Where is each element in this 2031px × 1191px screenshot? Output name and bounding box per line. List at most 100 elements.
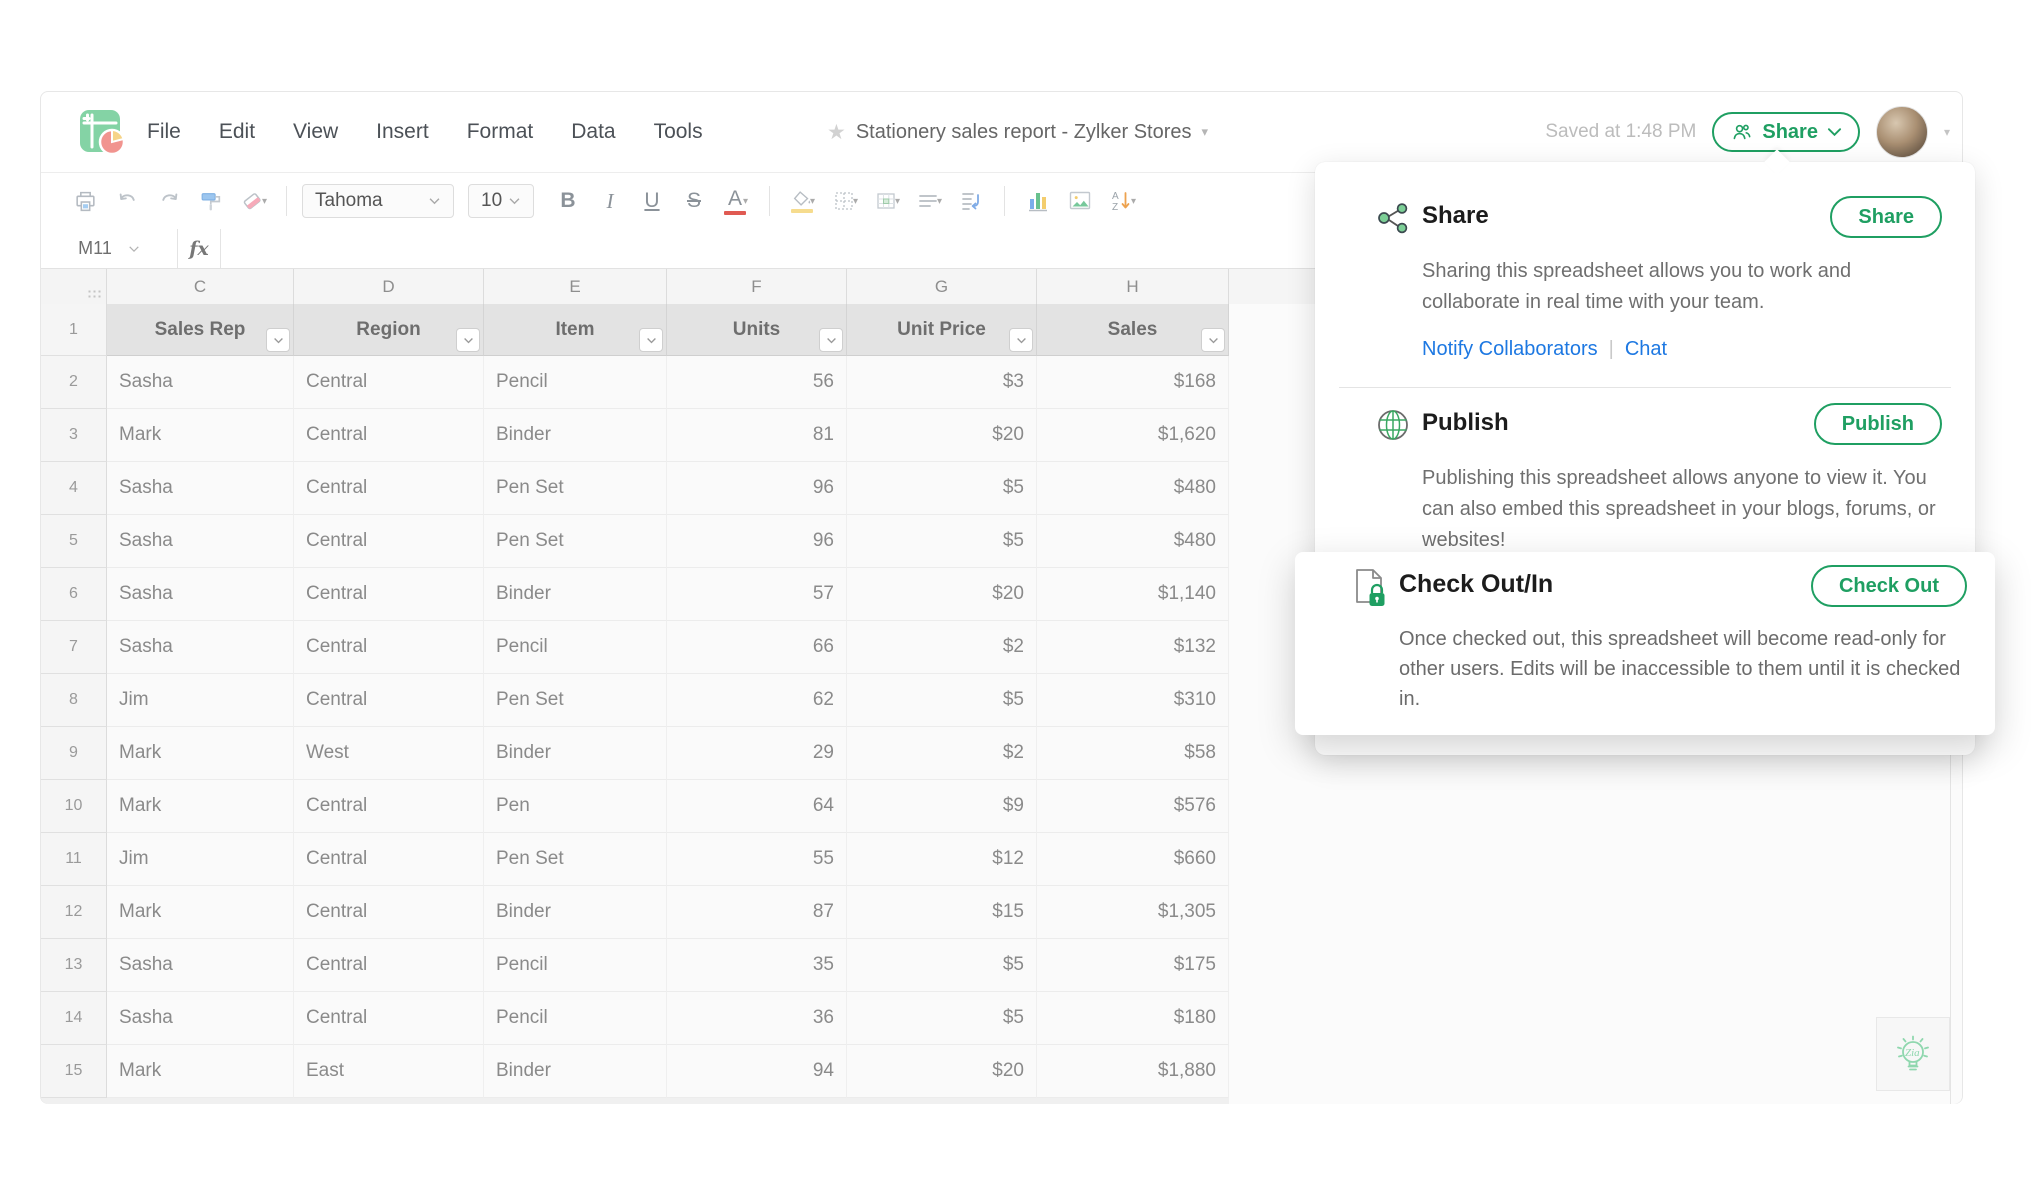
cell[interactable]: Jim [107, 674, 294, 727]
notify-collaborators-link[interactable]: Notify Collaborators [1422, 338, 1598, 361]
cell[interactable]: $58 [1037, 727, 1229, 780]
cell-name-box[interactable]: M11 [41, 229, 178, 268]
cell[interactable]: Central [294, 886, 484, 939]
cell[interactable]: Pencil [484, 621, 667, 674]
cell[interactable]: $3 [847, 356, 1037, 409]
cell[interactable]: Central [294, 462, 484, 515]
cell[interactable]: Pen Set [484, 515, 667, 568]
cell[interactable]: Sasha [107, 992, 294, 1045]
cell[interactable]: Central [294, 674, 484, 727]
menu-edit[interactable]: Edit [219, 120, 255, 144]
cell[interactable]: Binder [484, 409, 667, 462]
cell[interactable]: Pen Set [484, 674, 667, 727]
avatar[interactable] [1875, 106, 1928, 158]
row-number[interactable]: 15 [41, 1045, 107, 1098]
cell[interactable]: $310 [1037, 674, 1229, 727]
avatar-chevron-icon[interactable]: ▾ [1944, 125, 1950, 139]
cell[interactable]: Sasha [107, 515, 294, 568]
row-number[interactable]: 14 [41, 992, 107, 1045]
check-out-button[interactable]: Check Out [1810, 565, 1967, 607]
column-header-D[interactable]: D [294, 269, 484, 304]
chat-link[interactable]: Chat [1625, 338, 1667, 361]
row-number[interactable]: 7 [41, 621, 107, 674]
cell[interactable]: $5 [847, 462, 1037, 515]
cell[interactable]: $20 [847, 1045, 1037, 1098]
cell[interactable]: 35 [667, 939, 847, 992]
cell[interactable]: 62 [667, 674, 847, 727]
menu-file[interactable]: File [147, 120, 181, 144]
row-number[interactable]: 11 [41, 833, 107, 886]
cell[interactable]: 36 [667, 992, 847, 1045]
row-number[interactable]: 6 [41, 568, 107, 621]
filter-button[interactable] [1201, 328, 1225, 352]
cell[interactable]: $20 [847, 568, 1037, 621]
fill-color-caret[interactable]: ▾ [810, 196, 815, 207]
cell[interactable]: Mark [107, 886, 294, 939]
header-cell[interactable]: Sales [1037, 304, 1229, 356]
align-caret[interactable]: ▾ [937, 196, 942, 207]
popup-share-button[interactable]: Share [1830, 196, 1942, 238]
cell[interactable]: Binder [484, 568, 667, 621]
bold-button[interactable]: B [550, 183, 586, 219]
row-number[interactable]: 8 [41, 674, 107, 727]
redo-button[interactable] [151, 183, 187, 219]
cell[interactable]: Sasha [107, 939, 294, 992]
menu-data[interactable]: Data [571, 120, 615, 144]
cell[interactable]: $5 [847, 674, 1037, 727]
cell[interactable]: $5 [847, 992, 1037, 1045]
cell[interactable]: $5 [847, 515, 1037, 568]
cell[interactable]: Pencil [484, 992, 667, 1045]
share-button[interactable]: Share [1712, 112, 1860, 152]
cell[interactable]: Pen Set [484, 833, 667, 886]
cell[interactable]: $168 [1037, 356, 1229, 409]
cell[interactable]: Central [294, 515, 484, 568]
eraser-dropdown-caret[interactable]: ▾ [262, 196, 267, 207]
column-header-F[interactable]: F [667, 269, 847, 304]
header-cell[interactable]: Unit Price [847, 304, 1037, 356]
cell[interactable]: 96 [667, 515, 847, 568]
column-header-E[interactable]: E [484, 269, 667, 304]
borders-caret[interactable]: ▾ [853, 196, 858, 207]
sort-button[interactable]: A Z ▾ [1104, 183, 1140, 219]
cell[interactable]: Pencil [484, 356, 667, 409]
row-number[interactable]: 1 [41, 304, 107, 356]
cell[interactable]: 87 [667, 886, 847, 939]
cell[interactable]: Central [294, 356, 484, 409]
cell[interactable]: 56 [667, 356, 847, 409]
row-number[interactable]: 10 [41, 780, 107, 833]
cell[interactable]: Central [294, 780, 484, 833]
cell[interactable]: Sasha [107, 568, 294, 621]
select-all-corner[interactable] [41, 269, 107, 304]
cell[interactable]: 55 [667, 833, 847, 886]
eraser-button[interactable]: ▾ [235, 183, 271, 219]
cell[interactable]: Binder [484, 1045, 667, 1098]
cell[interactable]: Mark [107, 780, 294, 833]
cell[interactable]: $660 [1037, 833, 1229, 886]
insert-chart-button[interactable] [1020, 183, 1056, 219]
merge-cells-caret[interactable]: ▾ [895, 196, 900, 207]
filter-button[interactable] [456, 328, 480, 352]
cell[interactable]: $12 [847, 833, 1037, 886]
font-color-caret[interactable]: ▾ [743, 196, 748, 207]
wrap-text-button[interactable] [953, 183, 989, 219]
cell[interactable]: Mark [107, 1045, 294, 1098]
cell[interactable]: $9 [847, 780, 1037, 833]
cell[interactable]: $2 [847, 727, 1037, 780]
cell[interactable]: 81 [667, 409, 847, 462]
align-button[interactable]: ▾ [911, 183, 947, 219]
cell[interactable]: $480 [1037, 462, 1229, 515]
strikethrough-button[interactable]: S [676, 183, 712, 219]
cell[interactable]: Pen [484, 780, 667, 833]
cell[interactable]: $5 [847, 939, 1037, 992]
font-family-select[interactable]: Tahoma [302, 184, 454, 218]
cell[interactable]: Central [294, 992, 484, 1045]
print-button[interactable] [67, 183, 103, 219]
borders-button[interactable]: ▾ [827, 183, 863, 219]
cell[interactable]: Jim [107, 833, 294, 886]
cell[interactable]: Binder [484, 727, 667, 780]
cell[interactable]: $1,305 [1037, 886, 1229, 939]
sort-caret[interactable]: ▾ [1131, 196, 1136, 207]
cell[interactable]: Central [294, 568, 484, 621]
header-cell[interactable]: Item [484, 304, 667, 356]
title-chevron-icon[interactable]: ▾ [1202, 124, 1209, 140]
